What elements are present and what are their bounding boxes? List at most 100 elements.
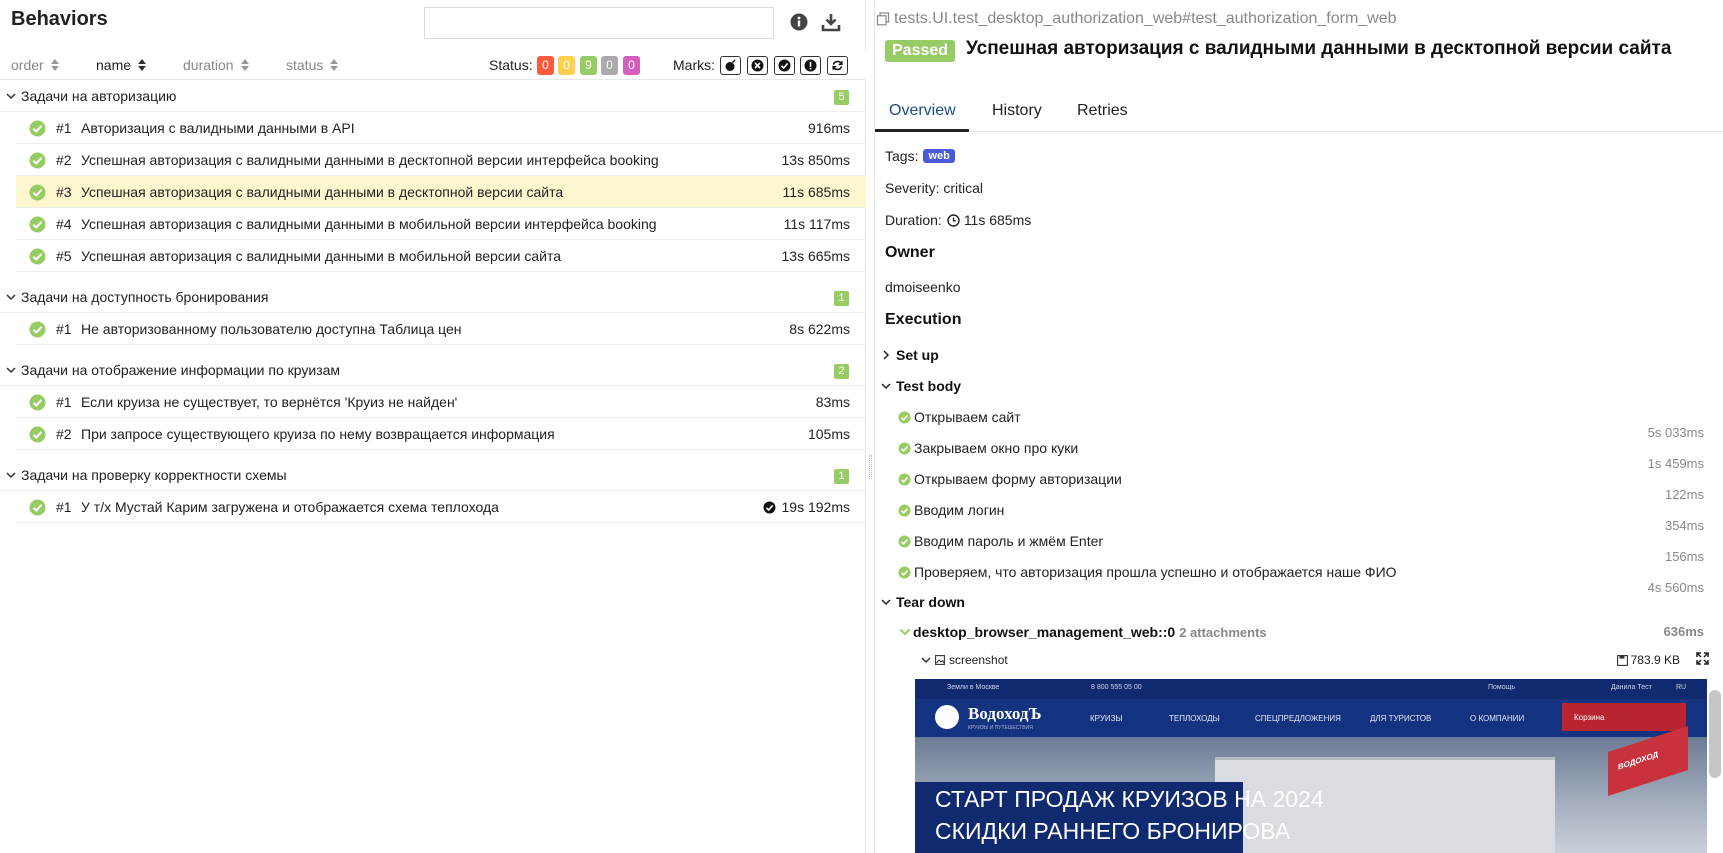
status-broken-count[interactable]: 0 [558,56,575,75]
group-count-badge: 1 [834,291,849,306]
mark-new-broken-button[interactable] [800,56,821,75]
fixture-attachments: 2 attachments [1179,624,1267,640]
attachment-size: 783.9 KB [1616,653,1680,667]
fixture-duration: 636ms [1663,624,1704,639]
test-number: #2 [56,426,72,442]
test-name: Авторизация с валидными данными в API [81,120,355,136]
passed-icon [29,184,46,201]
step-duration: 156ms [1664,549,1704,564]
site-nav-item: ТЕПЛОХОДЫ [1169,714,1220,723]
test-row-selected[interactable]: #3 Успешная авторизация с валидными данн… [16,176,866,208]
screenshot-attachment[interactable]: Земли в Москве 8 800 555 05 00 Помощь Да… [915,679,1707,853]
mark-new-failed-button[interactable] [747,56,768,75]
step-duration: 1s 459ms [1647,456,1704,471]
passed-icon [898,442,911,454]
step-duration: 4s 560ms [1647,580,1704,595]
group-header[interactable]: Задачи на проверку корректности схемы 1 [0,460,866,491]
step-item[interactable]: Вводим логин [898,502,1004,518]
chevron-down-icon [6,367,16,374]
status-passed-count[interactable]: 9 [580,56,597,75]
severity-field: Severity: critical [885,180,984,196]
status-failed-count[interactable]: 0 [537,56,554,75]
test-title: Успешная авторизация с валидными данными… [966,38,1672,59]
group-name: Задачи на авторизацию [21,88,177,104]
tab-retries[interactable]: Retries [1077,102,1128,120]
test-row[interactable]: #2 Успешная авторизация с валидными данн… [16,144,866,176]
scrollbar-thumb[interactable] [1709,690,1721,778]
test-row[interactable]: #1 У т/х Мустай Карим загружена и отобра… [16,491,866,523]
test-name: Успешная авторизация с валидными данными… [81,216,657,232]
sort-order[interactable]: order [11,57,59,73]
setup-section[interactable]: Set up [881,347,939,363]
exclamation-icon [804,59,817,72]
step-item[interactable]: Открываем сайт [898,409,1021,425]
breadcrumb-text: tests.UI.test_desktop_authorization_web#… [894,10,1397,27]
copy-icon[interactable] [876,12,890,26]
mark-retries-button[interactable] [827,56,848,75]
test-row[interactable]: #1 Не авторизованному пользователю досту… [16,313,866,345]
test-name: При запросе существующего круиза по нему… [81,426,555,442]
passed-icon [29,426,46,443]
chevron-down-icon [6,294,16,301]
mark-new-passed-button[interactable] [774,56,795,75]
test-row[interactable]: #1 Если круиза не существует, то вернётс… [16,386,866,418]
site-phone: 8 800 555 05 00 [1091,684,1142,691]
test-row[interactable]: #2 При запросе существующего круиза по н… [16,418,866,450]
group-header[interactable]: Задачи на авторизацию 5 [0,81,866,112]
pane-splitter[interactable] [866,0,875,853]
sort-arrows-icon [138,58,147,72]
save-icon[interactable] [1616,654,1628,666]
passed-icon [898,411,911,423]
test-number: #1 [56,499,72,515]
sort-status[interactable]: status [286,57,339,73]
passed-icon [29,394,46,411]
test-row[interactable]: #4 Успешная авторизация с валидными данн… [16,208,866,240]
mark-flaky-button[interactable] [720,56,741,75]
test-body-section[interactable]: Test body [881,378,961,394]
step-item[interactable]: Проверяем, что авторизация прошла успешн… [898,564,1397,580]
step-item[interactable]: Вводим пароль и жмём Enter [898,533,1103,549]
expand-icon[interactable] [1696,652,1709,665]
tab-overview[interactable]: Overview [889,102,956,120]
test-duration: 11s 685ms [782,184,850,200]
passed-icon [29,499,46,516]
status-unknown-count[interactable]: 0 [623,56,640,75]
group-name: Задачи на проверку корректности схемы [21,467,287,483]
step-duration: 354ms [1664,518,1704,533]
test-duration: 13s 850ms [781,152,850,168]
status-skipped-count[interactable]: 0 [601,56,618,75]
close-circle-icon [751,59,764,72]
chevron-down-icon [881,383,891,390]
tab-history[interactable]: History [992,102,1042,120]
group-header[interactable]: Задачи на отображение информации по круи… [0,355,866,386]
sort-duration[interactable]: duration [183,57,249,73]
test-duration: 105ms [807,426,850,442]
info-icon[interactable] [789,12,809,32]
test-number: #1 [56,321,72,337]
passed-icon [898,473,911,485]
step-item[interactable]: Открываем форму авторизации [898,471,1122,487]
breadcrumb[interactable]: tests.UI.test_desktop_authorization_web#… [876,10,1397,28]
test-name: Успешная авторизация с валидными данными… [81,184,564,200]
teardown-section[interactable]: Tear down [881,594,965,610]
test-row[interactable]: #1 Авторизация с валидными данными в API… [16,112,866,144]
tag-badge[interactable]: web [923,149,955,163]
fixture-item[interactable]: desktop_browser_management_web::0 2 atta… [899,624,1267,640]
group-gap [0,450,866,460]
test-number: #1 [56,120,72,136]
attachment-item[interactable]: screenshot [921,653,1008,667]
download-icon[interactable] [820,11,842,33]
test-row[interactable]: #5 Успешная авторизация с валидными данн… [16,240,866,272]
sort-arrows-icon [240,58,249,72]
chevron-down-icon [6,93,16,100]
search-input[interactable] [424,7,774,39]
pane-title: Behaviors [11,8,108,30]
attachment-name: screenshot [949,653,1008,667]
site-logo-icon [935,705,959,729]
splitter-grip-icon[interactable] [869,455,872,479]
group-count-badge: 1 [834,469,849,484]
sort-name[interactable]: name [96,57,147,73]
test-duration: 13s 665ms [781,248,850,264]
group-header[interactable]: Задачи на доступность бронирования 1 [0,282,866,313]
step-item[interactable]: Закрываем окно про куки [898,440,1078,456]
